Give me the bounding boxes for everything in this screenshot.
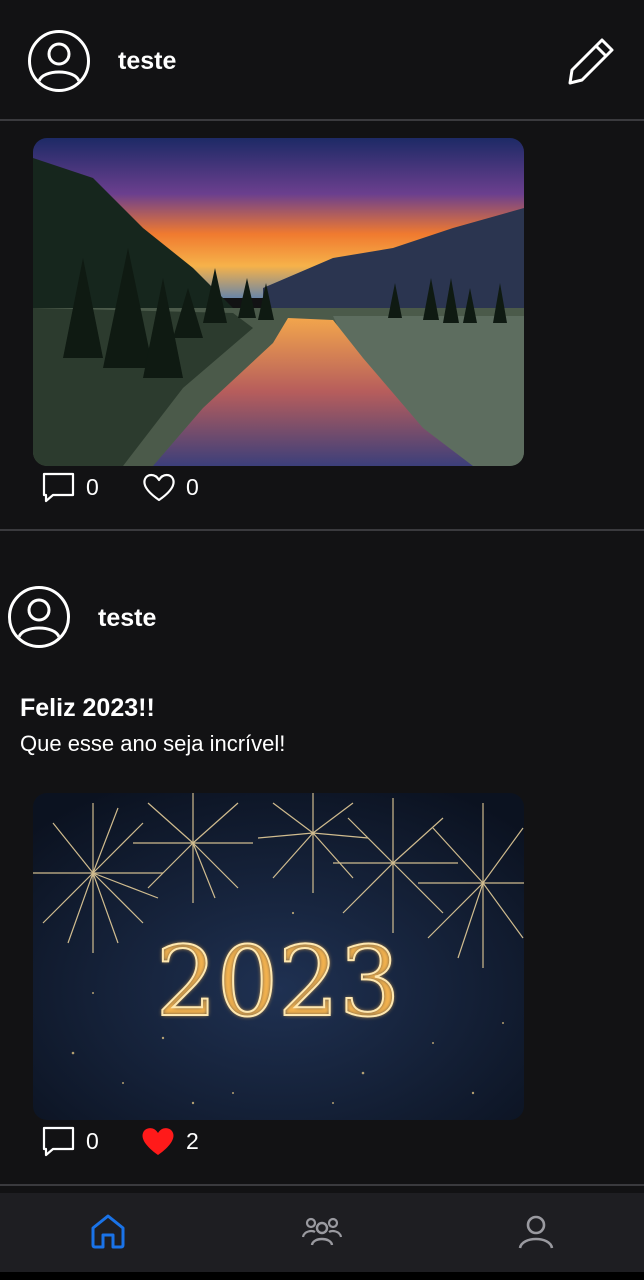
bottom-navigation [0,1193,644,1272]
like-button[interactable]: 0 [142,470,199,504]
comment-button[interactable]: 0 [42,1124,99,1158]
like-count: 2 [186,1127,199,1154]
nav-home[interactable] [88,1211,128,1251]
post-title: Feliz 2023!! [20,694,155,722]
user-avatar[interactable] [28,30,90,92]
comment-button[interactable]: 0 [42,470,99,504]
app-header: teste [0,0,644,121]
header-username[interactable]: teste [118,47,176,76]
avatar-person-icon [37,42,81,82]
like-button[interactable]: 2 [140,1124,199,1158]
comment-icon [42,1126,75,1157]
edit-post-button[interactable] [564,34,618,88]
post-image-fireworks[interactable]: 2023 2023 [33,793,524,1120]
fireworks-photo: 2023 2023 [33,793,524,1120]
nav-groups[interactable] [301,1211,343,1251]
landscape-photo [33,138,524,466]
image-year-text: 2023 [156,926,400,1038]
system-bar [0,1272,644,1280]
post-body-text: Que esse ano seja incrível! [20,731,286,756]
nav-profile[interactable] [516,1211,556,1251]
home-icon [91,1214,125,1249]
post-author-name[interactable]: teste [98,604,156,633]
post-image-landscape[interactable] [33,138,524,466]
post-divider [0,1184,644,1186]
post-author-avatar[interactable] [8,586,70,648]
avatar-person-icon [17,598,61,638]
pencil-icon [568,38,614,85]
comment-icon [42,472,75,503]
groups-icon [301,1217,343,1246]
heart-filled-icon [142,1128,174,1155]
heart-outline-icon [143,473,175,502]
comment-count: 0 [86,1127,99,1154]
like-count: 0 [186,473,199,500]
comment-count: 0 [86,473,99,500]
profile-icon [518,1215,554,1249]
post-divider [0,529,644,531]
